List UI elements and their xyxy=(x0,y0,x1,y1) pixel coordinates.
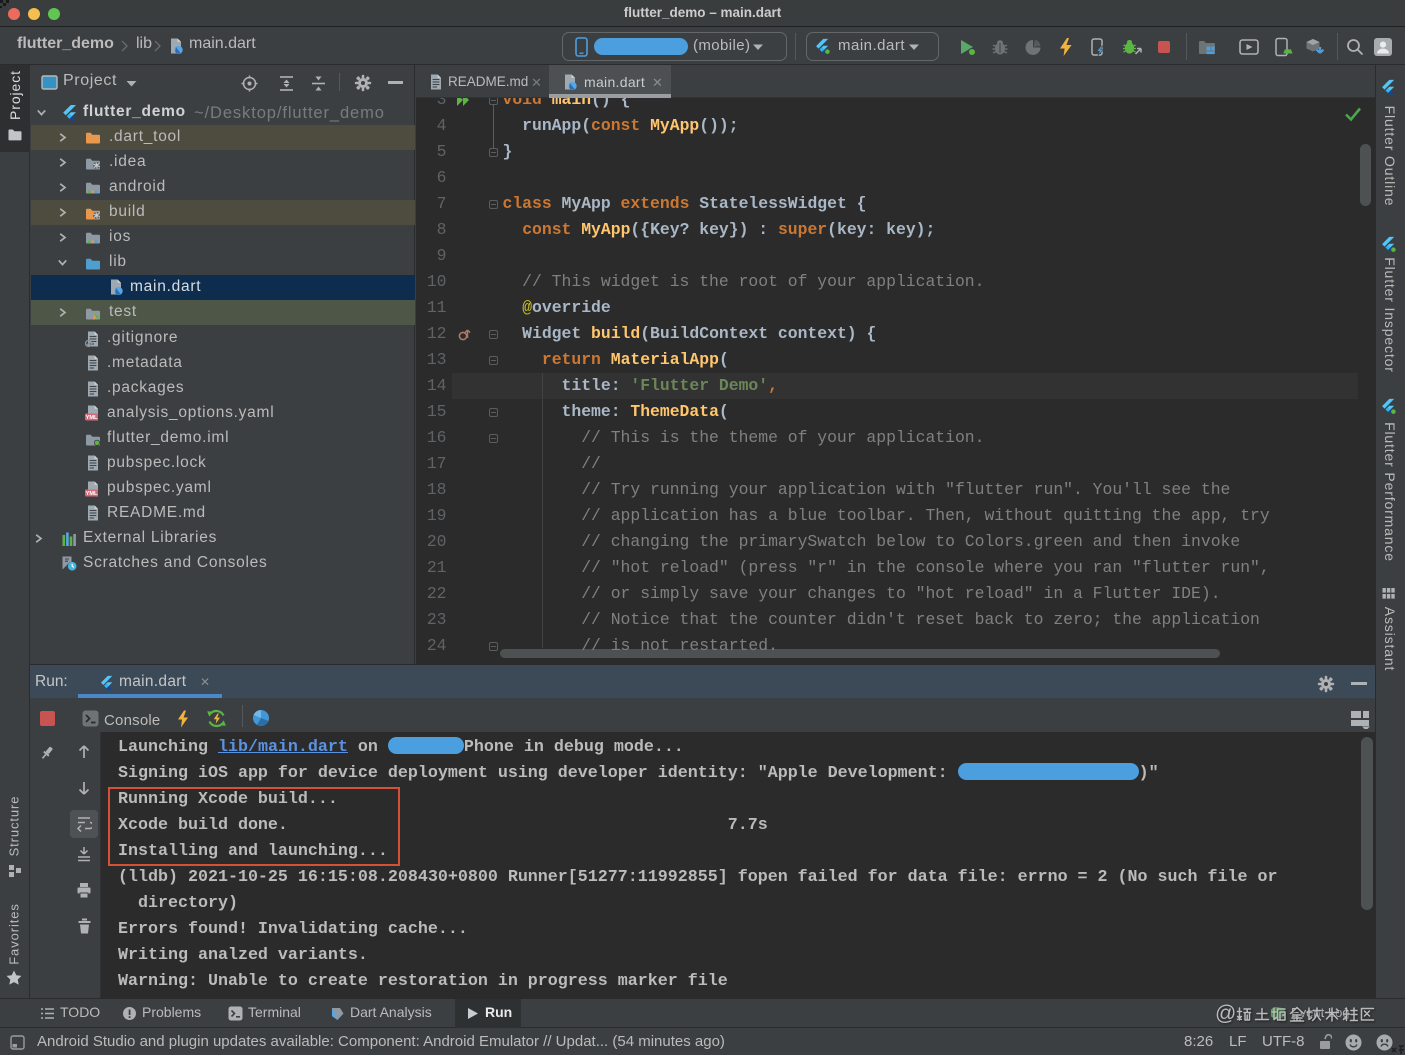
svg-text:YML: YML xyxy=(86,415,98,421)
svg-text:YML: YML xyxy=(86,491,98,497)
